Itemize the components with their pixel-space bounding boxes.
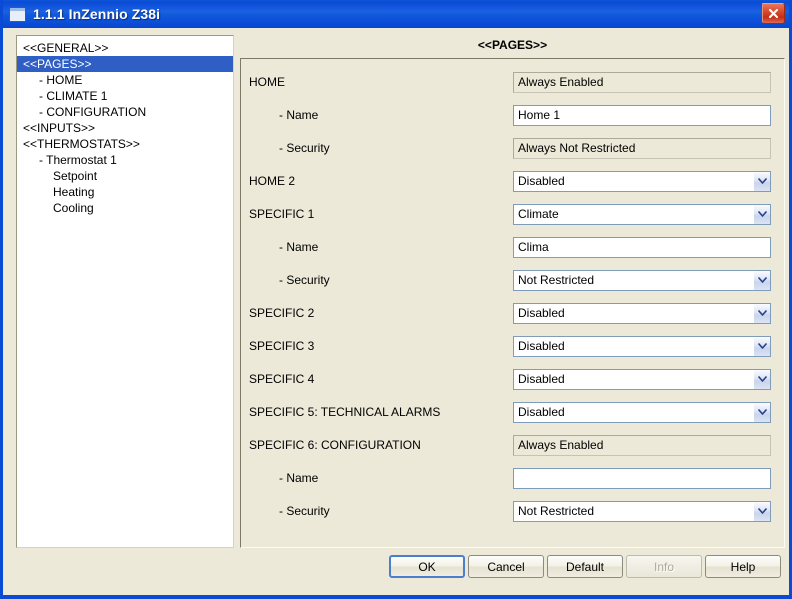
parameter-readonly-value: Always Enabled [513, 71, 771, 93]
tree-item[interactable]: - CONFIGURATION [17, 104, 233, 120]
parameter-label: SPECIFIC 5: TECHNICAL ALARMS [249, 405, 441, 419]
chevron-down-icon [757, 178, 767, 184]
page-title: <<PAGES>> [477, 38, 548, 52]
close-icon[interactable] [762, 3, 785, 24]
chevron-down-icon [757, 211, 767, 217]
client-area: <<GENERAL>> <<PAGES>> - HOME - CLIMATE 1- C… [3, 28, 789, 592]
parameter-readonly-value: Always Not Restricted [513, 137, 771, 159]
parameter-dropdown[interactable]: Disabled [513, 335, 771, 357]
parameter-rows: HOME Always Enabled - Name Home 1 - Security… [241, 59, 784, 547]
parameter-row: - Security Not Restricted [241, 500, 784, 522]
ok-button[interactable]: OK [389, 555, 465, 578]
default-button[interactable]: Default [547, 555, 623, 578]
tree-item[interactable]: Cooling [17, 200, 233, 216]
dropdown-value: Disabled [518, 371, 565, 386]
parameter-dropdown[interactable]: Not Restricted [513, 500, 771, 522]
parameter-row: SPECIFIC 4 Disabled [241, 368, 784, 390]
chevron-down-icon [757, 409, 767, 415]
chevron-down-icon [757, 277, 767, 283]
chevron-down-icon [757, 508, 767, 514]
parameter-dropdown[interactable]: Disabled [513, 170, 771, 192]
tree-item[interactable]: - CLIMATE 1 [17, 88, 233, 104]
dropdown-value: Disabled [518, 338, 565, 353]
parameter-dropdown[interactable]: Not Restricted [513, 269, 771, 291]
chevron-down-icon [757, 310, 767, 316]
chevron-down-icon[interactable] [753, 369, 770, 389]
parameter-label: SPECIFIC 1 [249, 207, 315, 221]
parameter-label: - Name [279, 240, 319, 254]
parameter-readonly-value: Always Enabled [513, 434, 771, 456]
help-button[interactable]: Help [705, 555, 781, 578]
tree-item[interactable]: - Thermostat 1 [17, 152, 233, 168]
dialog-window: 1.1.1 InZennio Z38i <<GENERAL>> <<PAGES>>… [0, 0, 792, 599]
parameter-label: - Name [279, 108, 319, 122]
parameter-dropdown[interactable]: Climate [513, 203, 771, 225]
parameter-label: SPECIFIC 3 [249, 339, 315, 353]
parameter-row: SPECIFIC 6: CONFIGURATION Always Enabled [241, 434, 784, 456]
window-title: 1.1.1 InZennio Z38i [33, 6, 161, 22]
tree-item[interactable]: <<PAGES>> [17, 56, 233, 72]
dropdown-value: Climate [518, 206, 559, 221]
parameter-label: - Name [279, 471, 319, 485]
chevron-down-icon [757, 376, 767, 382]
parameter-text-input[interactable]: Clima [513, 236, 771, 258]
dropdown-value: Not Restricted [518, 503, 595, 518]
parameter-label: - Security [279, 504, 330, 518]
parameter-dropdown[interactable]: Disabled [513, 368, 771, 390]
parameter-label: SPECIFIC 6: CONFIGURATION [249, 438, 421, 452]
parameter-row: - Name Home 1 [241, 104, 784, 126]
parameter-label: SPECIFIC 4 [249, 372, 315, 386]
parameter-row: - Security Not Restricted [241, 269, 784, 291]
tree-item[interactable]: Heating [17, 184, 233, 200]
parameter-row: - Security Always Not Restricted [241, 137, 784, 159]
parameter-row: HOME Always Enabled [241, 71, 784, 93]
tree-item[interactable]: - HOME [17, 72, 233, 88]
title-bar: 1.1.1 InZennio Z38i [3, 0, 789, 28]
parameter-dropdown[interactable]: Disabled [513, 302, 771, 324]
parameter-row: SPECIFIC 5: TECHNICAL ALARMS Disabled [241, 401, 784, 423]
tree-list: <<GENERAL>> <<PAGES>> - HOME - CLIMATE 1- C… [17, 36, 233, 216]
parameter-row: SPECIFIC 2 Disabled [241, 302, 784, 324]
dropdown-value: Disabled [518, 305, 565, 320]
parameter-row: HOME 2 Disabled [241, 170, 784, 192]
dropdown-value: Disabled [518, 173, 565, 188]
chevron-down-icon[interactable] [753, 303, 770, 323]
chevron-down-icon [757, 343, 767, 349]
chevron-down-icon[interactable] [753, 204, 770, 224]
parameter-label: - Security [279, 273, 330, 287]
tree-item[interactable]: Setpoint [17, 168, 233, 184]
window-icon [9, 6, 26, 22]
tree-item[interactable]: <<GENERAL>> [17, 40, 233, 56]
parameter-row: - Name Clima [241, 236, 784, 258]
parameter-row: SPECIFIC 3 Disabled [241, 335, 784, 357]
chevron-down-icon[interactable] [753, 270, 770, 290]
chevron-down-icon[interactable] [753, 402, 770, 422]
parameter-text-input[interactable] [513, 467, 771, 489]
dialog-buttons: OK Cancel Default Info Help [3, 555, 789, 587]
parameter-label: HOME 2 [249, 174, 296, 188]
dropdown-value: Disabled [518, 404, 565, 419]
parameter-label: - Security [279, 141, 330, 155]
chevron-down-icon[interactable] [753, 501, 770, 521]
dropdown-value: Not Restricted [518, 272, 595, 287]
navigation-tree[interactable]: <<GENERAL>> <<PAGES>> - HOME - CLIMATE 1- C… [16, 35, 234, 548]
tree-item[interactable]: <<THERMOSTATS>> [17, 136, 233, 152]
chevron-down-icon[interactable] [753, 336, 770, 356]
parameter-row: SPECIFIC 1 Climate [241, 203, 784, 225]
parameter-row: - Name [241, 467, 784, 489]
parameters-panel: HOME Always Enabled - Name Home 1 - Security… [240, 58, 785, 548]
tree-item[interactable]: <<INPUTS>> [17, 120, 233, 136]
parameter-text-input[interactable]: Home 1 [513, 104, 771, 126]
chevron-down-icon[interactable] [753, 171, 770, 191]
parameter-label: SPECIFIC 2 [249, 306, 315, 320]
info-button: Info [626, 555, 702, 578]
parameter-dropdown[interactable]: Disabled [513, 401, 771, 423]
cancel-button[interactable]: Cancel [468, 555, 544, 578]
parameter-label: HOME [249, 75, 285, 89]
